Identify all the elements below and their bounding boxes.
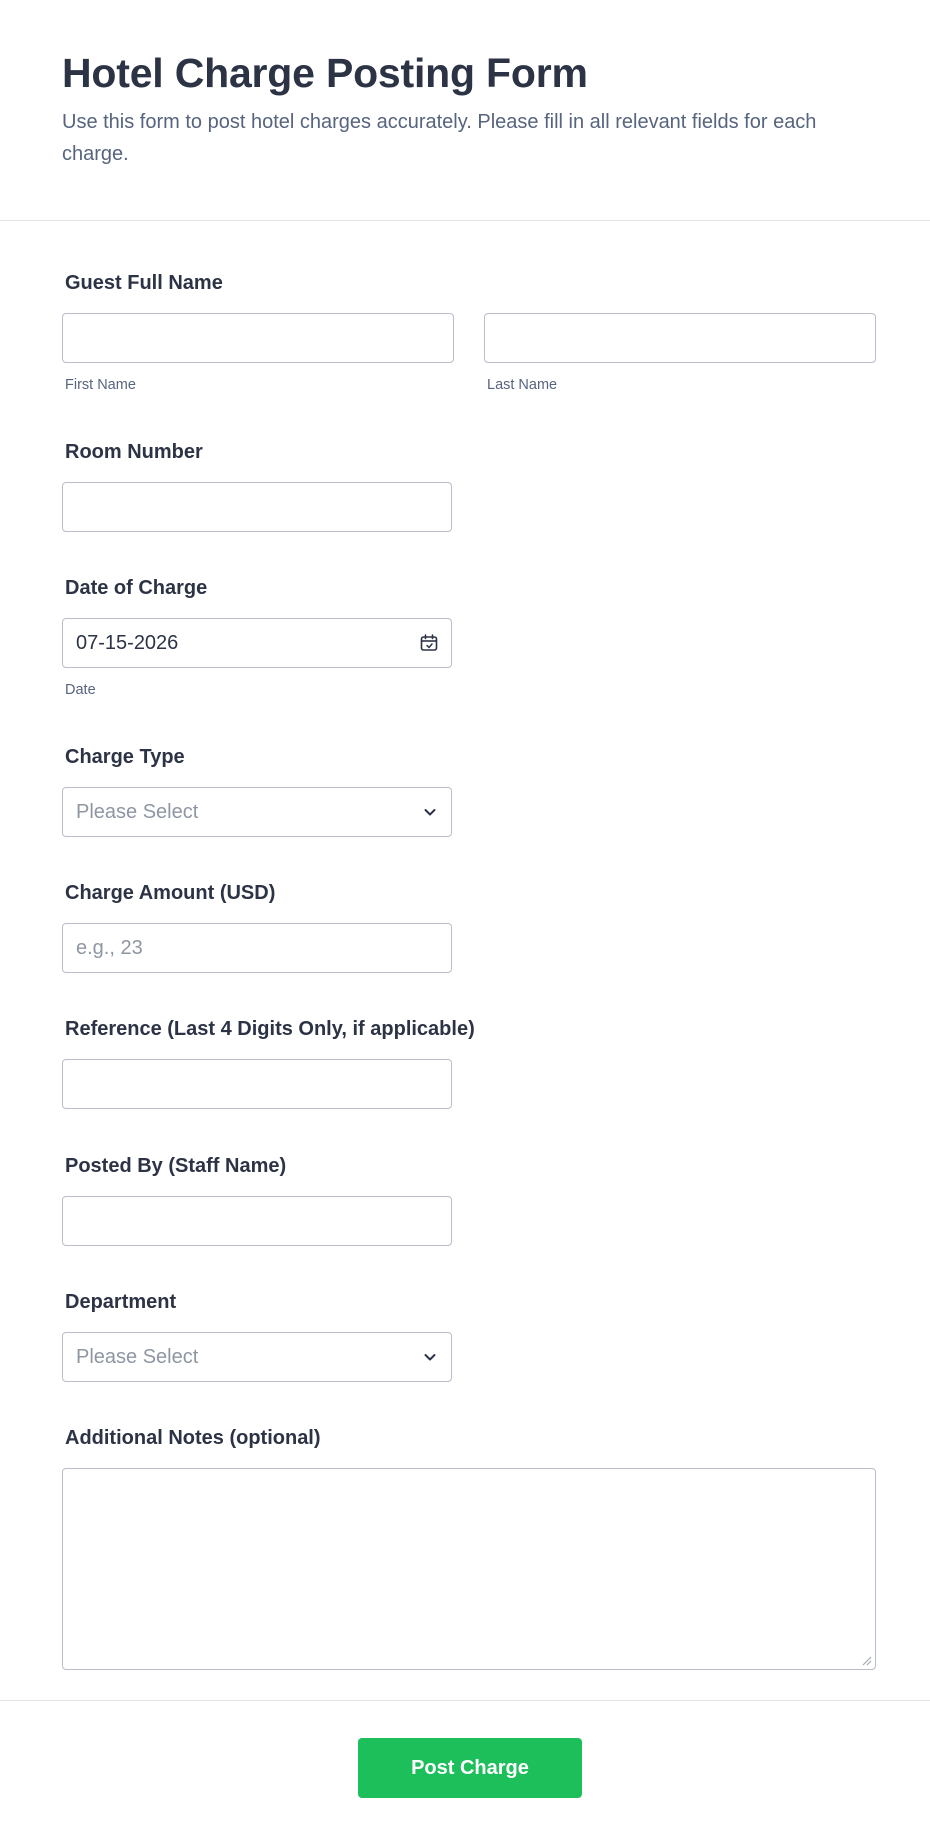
notes-label: Additional Notes (optional) bbox=[65, 1427, 321, 1449]
resize-handle-icon[interactable] bbox=[860, 1654, 872, 1666]
charge-type-select[interactable]: Please Select bbox=[62, 787, 452, 837]
date-of-charge-label: Date of Charge bbox=[65, 577, 208, 599]
charge-type-placeholder: Please Select bbox=[76, 801, 199, 823]
form-title: Hotel Charge Posting Form bbox=[62, 50, 588, 96]
chevron-down-icon bbox=[424, 1354, 436, 1361]
reference-input[interactable] bbox=[62, 1059, 452, 1109]
guest-name-label: Guest Full Name bbox=[65, 272, 223, 294]
date-of-charge-value: 07-15-2026 bbox=[76, 632, 179, 654]
posted-by-input[interactable] bbox=[62, 1196, 452, 1246]
notes-textarea[interactable] bbox=[62, 1468, 876, 1670]
charge-type-label: Charge Type bbox=[65, 746, 185, 768]
charge-amount-label: Charge Amount (USD) bbox=[65, 882, 276, 904]
department-select[interactable]: Please Select bbox=[62, 1332, 452, 1382]
calendar-icon[interactable] bbox=[419, 633, 439, 653]
post-charge-button[interactable]: Post Charge bbox=[358, 1738, 582, 1798]
first-name-input[interactable] bbox=[62, 313, 454, 363]
form-subtitle: Use this form to post hotel charges accu… bbox=[62, 111, 817, 165]
date-sublabel: Date bbox=[65, 682, 96, 698]
chevron-down-icon bbox=[424, 809, 436, 816]
form-header: Hotel Charge Posting Form Use this form … bbox=[0, 0, 930, 221]
last-name-input[interactable] bbox=[484, 313, 876, 363]
room-number-label: Room Number bbox=[65, 441, 203, 463]
department-label: Department bbox=[65, 1291, 177, 1313]
last-name-sublabel: Last Name bbox=[487, 377, 558, 393]
room-number-input[interactable] bbox=[62, 482, 452, 532]
posted-by-label: Posted By (Staff Name) bbox=[65, 1155, 287, 1177]
first-name-sublabel: First Name bbox=[65, 377, 136, 393]
charge-amount-placeholder: e.g., 23 bbox=[76, 937, 143, 959]
charge-amount-input[interactable]: e.g., 23 bbox=[62, 923, 452, 973]
reference-label: Reference (Last 4 Digits Only, if applic… bbox=[65, 1018, 475, 1040]
date-of-charge-input[interactable]: 07-15-2026 bbox=[62, 618, 452, 668]
department-placeholder: Please Select bbox=[76, 1346, 199, 1368]
